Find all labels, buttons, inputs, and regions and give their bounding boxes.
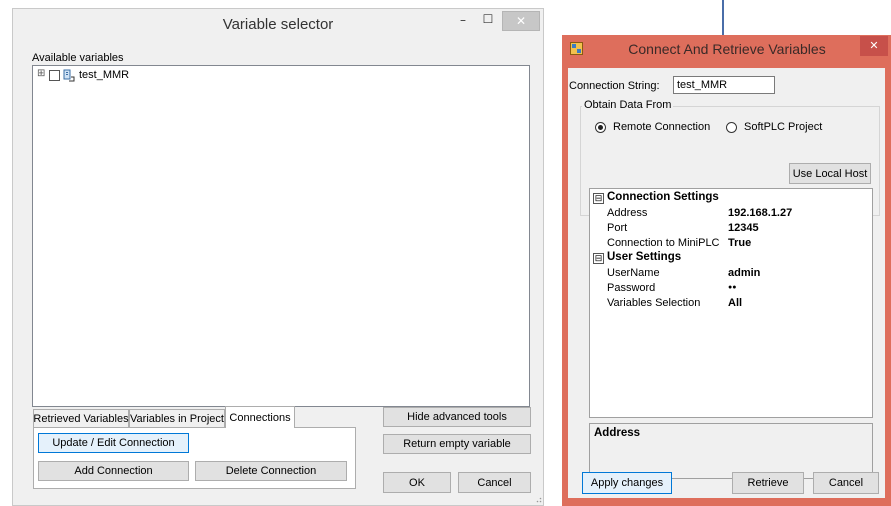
background-divider-line — [722, 0, 724, 36]
tree-node[interactable]: ⊞ test_MMR — [37, 68, 157, 83]
expand-icon[interactable]: ⊞ — [37, 68, 45, 79]
retrieve-button[interactable]: Retrieve — [732, 472, 804, 494]
tab-retrieved-variables[interactable]: Retrieved Variables — [33, 409, 129, 427]
grid-row-connection-to-miniplc[interactable]: Connection to MiniPLC True — [590, 236, 868, 251]
grid-key: Address — [607, 207, 648, 219]
add-connection-button[interactable]: Add Connection — [38, 461, 189, 481]
connection-string-label: Connection String: — [569, 80, 660, 92]
checkbox[interactable] — [49, 70, 60, 81]
dialog-title: Connect And Retrieve Variables — [628, 41, 826, 57]
resize-grip-icon[interactable] — [533, 494, 542, 503]
category-user-settings[interactable]: ⊟ User Settings — [590, 251, 868, 266]
obtain-data-group-label: Obtain Data From — [582, 99, 674, 111]
grid-row-port[interactable]: Port 12345 — [590, 221, 868, 236]
grid-key: Connection to MiniPLC — [607, 237, 720, 249]
tab-connections[interactable]: Connections — [225, 406, 295, 428]
grid-key: Variables Selection — [607, 297, 701, 309]
grid-value[interactable]: ●● — [728, 284, 736, 291]
grid-row-username[interactable]: UserName admin — [590, 266, 868, 281]
grid-row-address[interactable]: Address 192.168.1.27 — [590, 206, 868, 221]
softplc-project-radio[interactable] — [726, 122, 737, 133]
dialog-close-button[interactable]: ✕ — [860, 36, 888, 56]
remote-connection-label[interactable]: Remote Connection — [613, 121, 710, 133]
variables-tree[interactable]: ⊞ test_MMR — [32, 65, 530, 407]
apply-changes-button[interactable]: Apply changes — [582, 472, 672, 494]
close-button[interactable]: ✕ — [502, 11, 540, 31]
variable-selector-window: Variable selector – ☐ ✕ Available variab… — [12, 8, 544, 506]
connection-string-input[interactable]: test_MMR — [673, 76, 775, 94]
grid-value[interactable]: True — [728, 237, 751, 249]
grid-key: Password — [607, 282, 656, 294]
softplc-project-label[interactable]: SoftPLC Project — [744, 121, 822, 133]
category-title: Connection Settings — [607, 191, 719, 203]
grid-row-password[interactable]: Password ●● — [590, 281, 868, 296]
dialog-client-area: Connection String: test_MMR Obtain Data … — [568, 68, 885, 498]
connection-node-icon — [63, 69, 75, 82]
category-connection-settings[interactable]: ⊟ Connection Settings — [590, 191, 868, 206]
use-local-host-button[interactable]: Use Local Host — [789, 163, 871, 184]
collapse-icon[interactable]: ⊟ — [593, 253, 604, 264]
grid-value[interactable]: 12345 — [728, 222, 759, 234]
grid-value[interactable]: All — [728, 297, 742, 309]
grid-row-variables-selection[interactable]: Variables Selection All — [590, 296, 868, 311]
app-icon — [570, 42, 583, 55]
minimize-button[interactable]: – — [453, 13, 473, 31]
title-bar[interactable]: Variable selector – ☐ ✕ — [13, 9, 543, 39]
grid-value[interactable]: 192.168.1.27 — [728, 207, 792, 219]
description-title: Address — [594, 427, 641, 439]
tree-node-label: test_MMR — [79, 69, 130, 81]
radio-selected-dot — [598, 125, 603, 130]
category-title: User Settings — [607, 251, 682, 263]
connect-retrieve-dialog: Connect And Retrieve Variables ✕ Connect… — [562, 35, 891, 506]
ok-button[interactable]: OK — [383, 472, 451, 493]
available-variables-label: Available variables — [32, 52, 124, 64]
maximize-button[interactable]: ☐ — [478, 12, 498, 30]
hide-advanced-tools-button[interactable]: Hide advanced tools — [383, 407, 531, 427]
property-grid[interactable]: ⊟ Connection Settings Address 192.168.1.… — [589, 188, 873, 418]
property-description-panel: Address — [589, 423, 873, 479]
grid-key: UserName — [607, 267, 660, 279]
return-empty-variable-button[interactable]: Return empty variable — [383, 434, 531, 454]
tab-variables-in-project[interactable]: Variables in Project — [129, 409, 225, 427]
delete-connection-button[interactable]: Delete Connection — [195, 461, 347, 481]
dialog-cancel-button[interactable]: Cancel — [813, 472, 879, 494]
collapse-icon[interactable]: ⊟ — [593, 193, 604, 204]
grid-value[interactable]: admin — [728, 267, 760, 279]
grid-key: Port — [607, 222, 628, 234]
cancel-button[interactable]: Cancel — [458, 472, 531, 493]
remote-connection-radio[interactable] — [595, 122, 606, 133]
update-edit-connection-button[interactable]: Update / Edit Connection — [38, 433, 189, 453]
